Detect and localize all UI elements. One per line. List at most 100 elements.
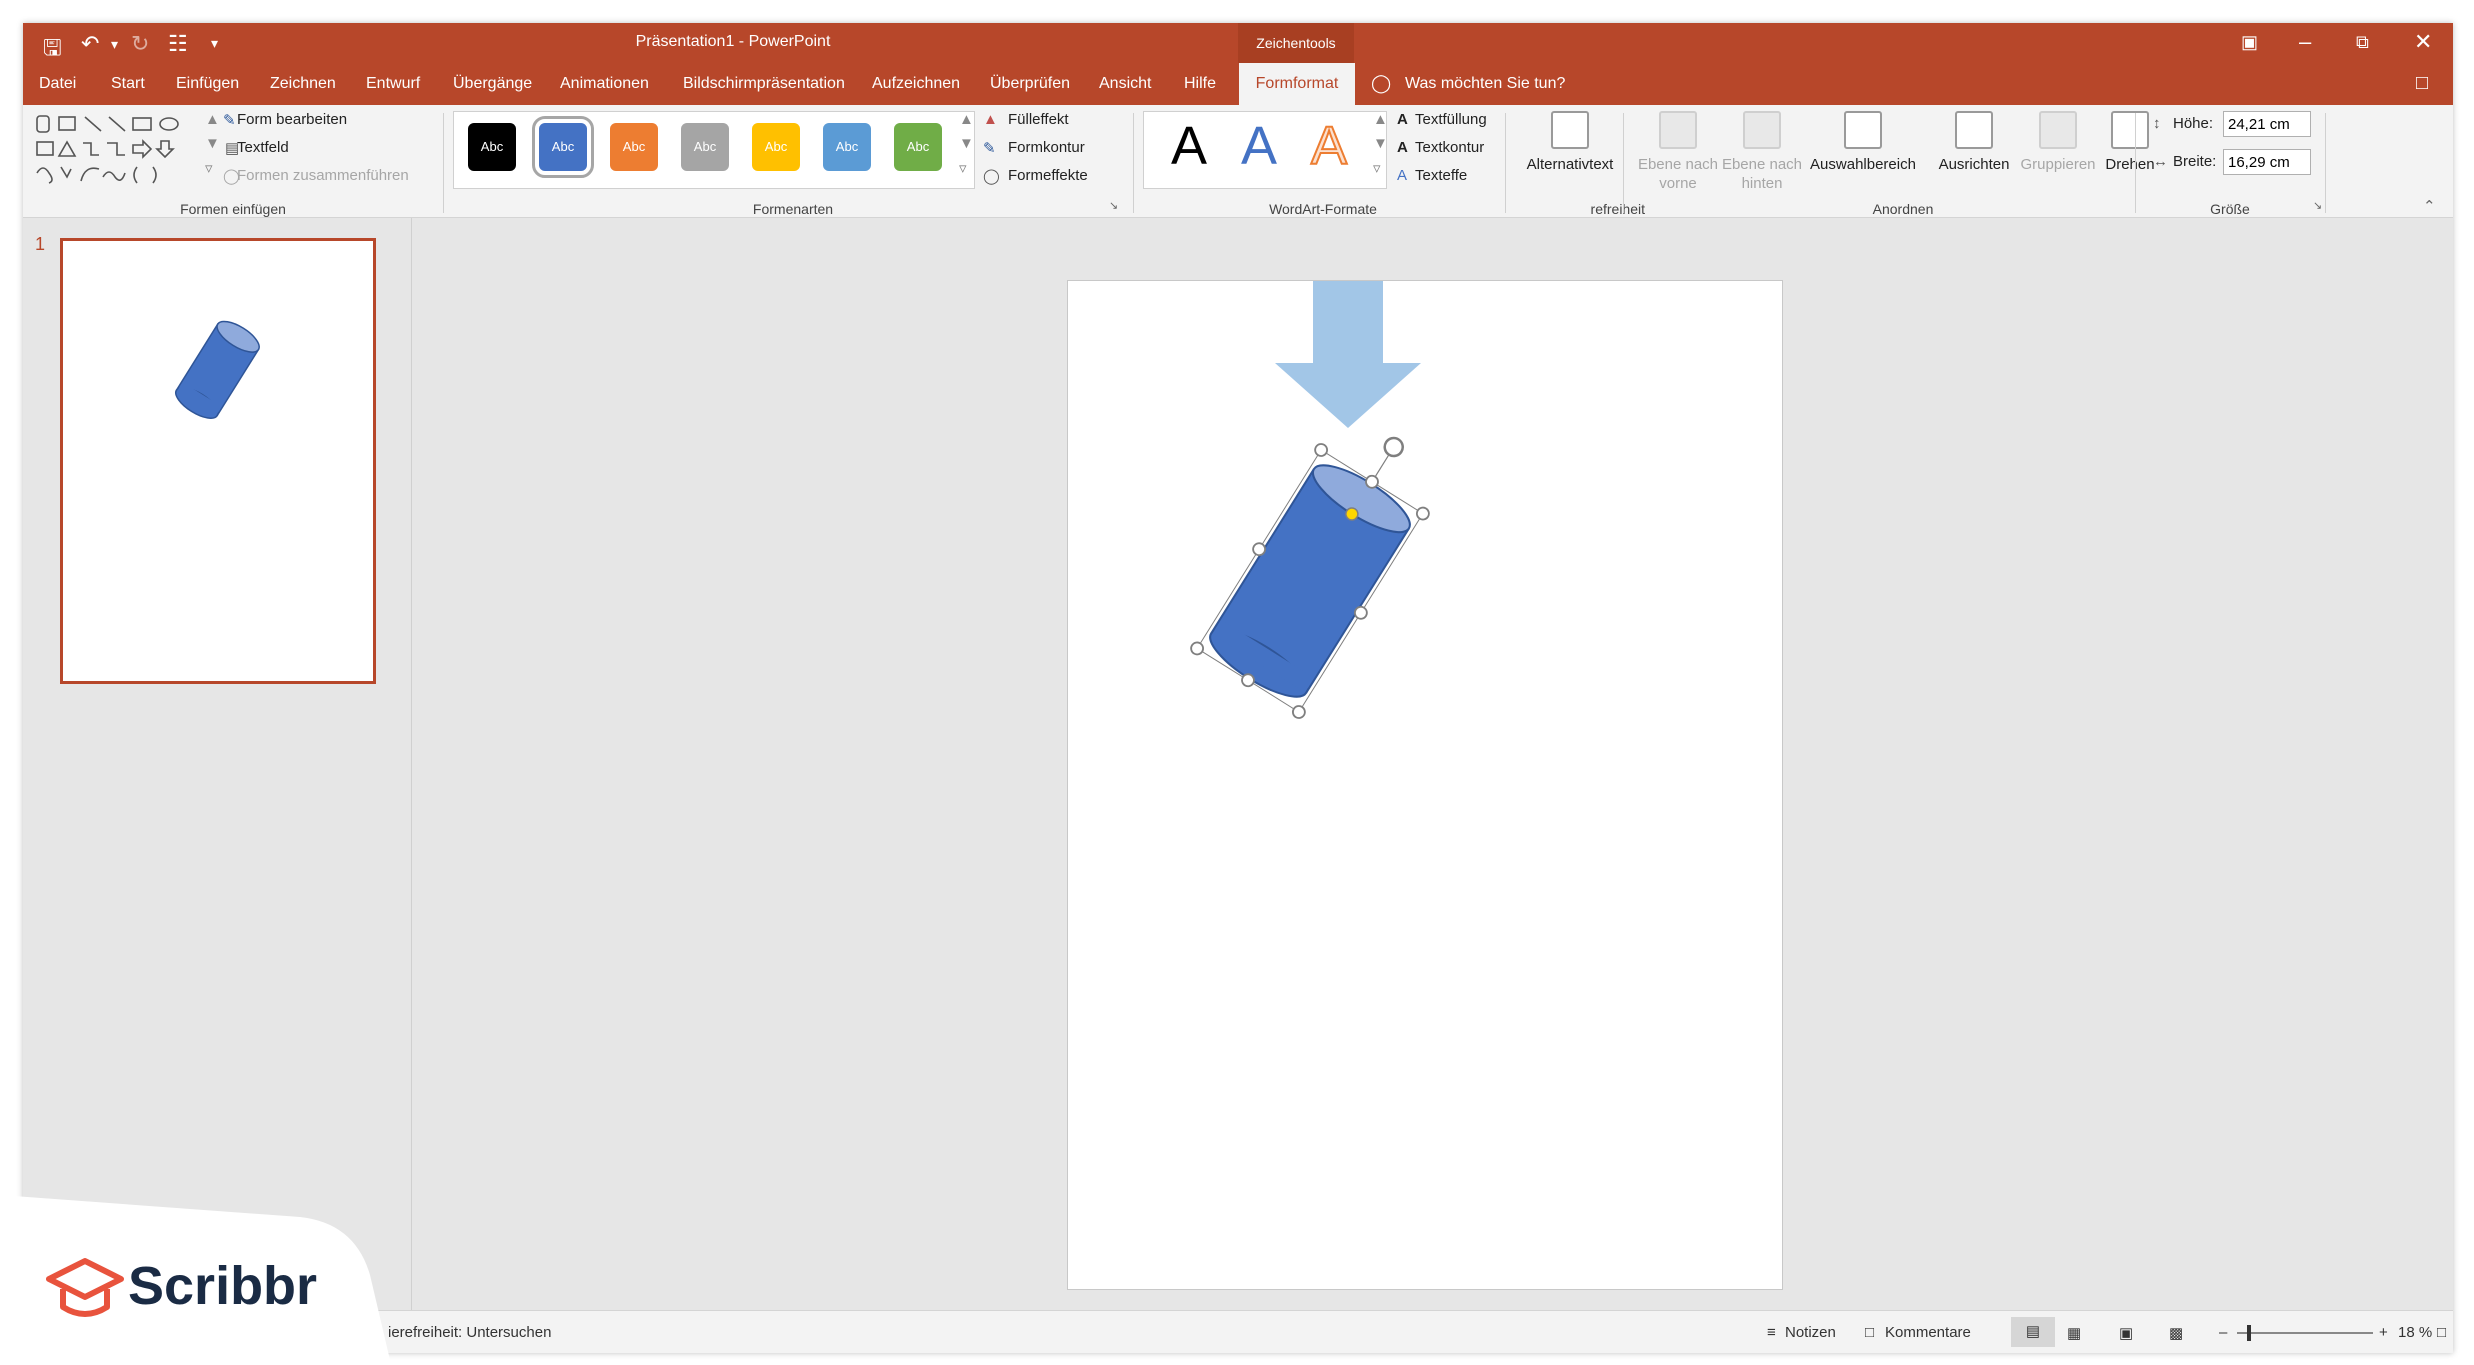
tab-start[interactable]: Start: [111, 75, 145, 93]
wordart-style-blue[interactable]: A: [1241, 115, 1277, 177]
comments-icon[interactable]: □: [2416, 72, 2428, 95]
resize-handle: [1415, 506, 1430, 521]
align-icon: [1955, 111, 1993, 149]
close-icon[interactable]: ✕: [2414, 29, 2432, 55]
tab-entwurf[interactable]: Entwurf: [366, 75, 420, 93]
wordart-up-icon[interactable]: ▲: [1373, 111, 1388, 128]
zoom-in-button[interactable]: +: [2379, 1324, 2388, 1341]
tab-aufzeichnen[interactable]: Aufzeichnen: [872, 75, 960, 93]
formeffekte-button[interactable]: Formeffekte: [1008, 167, 1088, 184]
notizen-button[interactable]: Notizen: [1785, 1324, 1836, 1341]
ribbon-tabs: Datei Start Einfügen Zeichnen Entwurf Üb…: [23, 63, 2453, 105]
gallery-more-icon[interactable]: ▿: [205, 159, 213, 177]
formkontur-button[interactable]: Formkontur: [1008, 139, 1085, 156]
wordart-style-orange[interactable]: A: [1310, 115, 1348, 177]
auswahlbereich-button[interactable]: Auswahlbereich: [1803, 111, 1923, 174]
minimize-icon[interactable]: –: [2299, 29, 2311, 55]
texteffekte-button[interactable]: Texteffe: [1415, 167, 1467, 184]
shape-style-swatch[interactable]: Abc: [894, 123, 942, 171]
slideshow-icon[interactable]: ▩: [2169, 1324, 2183, 1342]
lightbulb-icon: ◯: [1371, 73, 1392, 93]
hoehe-input[interactable]: 24,21 cm: [2223, 111, 2311, 137]
tell-me-search[interactable]: Was möchten Sie tun?: [1405, 75, 1565, 93]
slide-thumbnail[interactable]: [60, 238, 376, 684]
textkontur-button[interactable]: Textkontur: [1415, 139, 1484, 156]
resize-handle: [1190, 641, 1205, 656]
wordart-style-black[interactable]: A: [1171, 115, 1207, 177]
rotate-icon: [2111, 111, 2149, 149]
styles-more-icon[interactable]: ▿: [959, 159, 967, 177]
styles-up-icon[interactable]: ▲: [959, 111, 974, 128]
breite-input[interactable]: 16,29 cm: [2223, 149, 2311, 175]
ribbon-separator: [443, 113, 444, 213]
textfuellung-button[interactable]: Textfüllung: [1415, 111, 1487, 128]
tab-formformat[interactable]: Formformat: [1239, 63, 1355, 105]
tab-ueberpruefen[interactable]: Überprüfen: [990, 75, 1070, 93]
shapes-gallery[interactable]: [33, 111, 193, 187]
cylinder-shape: [1190, 436, 1430, 719]
text-fill-icon: A: [1397, 111, 1408, 128]
shape-style-swatch[interactable]: Abc: [610, 123, 658, 171]
tab-ansicht[interactable]: Ansicht: [1099, 75, 1151, 93]
tab-uebergaenge[interactable]: Übergänge: [453, 75, 532, 93]
shape-style-swatch[interactable]: Abc: [752, 123, 800, 171]
slide-thumbnail-pane: 1: [23, 218, 412, 1310]
ribbon-separator: [1133, 113, 1134, 213]
ribbon-display-icon[interactable]: ▣: [2241, 32, 2258, 53]
tab-zeichnen[interactable]: Zeichnen: [270, 75, 336, 93]
effects-icon: ◯: [983, 168, 1000, 185]
rotation-handle-icon: [1383, 436, 1404, 458]
gallery-up-icon[interactable]: ▲: [205, 111, 220, 128]
textfeld-button[interactable]: Textfeld: [237, 139, 289, 156]
kommentare-button[interactable]: Kommentare: [1885, 1324, 1971, 1341]
shape-style-swatch[interactable]: Abc: [823, 123, 871, 171]
tab-hilfe[interactable]: Hilfe: [1184, 75, 1216, 93]
zoom-slider[interactable]: [2237, 1332, 2373, 1334]
gallery-down-icon[interactable]: ▼: [205, 135, 220, 152]
text-effects-icon: A: [1397, 167, 1408, 184]
hoehe-label: Höhe:: [2173, 115, 2214, 132]
normal-view-icon[interactable]: ▤: [2011, 1317, 2055, 1347]
resize-handle: [1314, 443, 1329, 457]
ribbon-separator: [1623, 113, 1624, 213]
bring-forward-icon: [1659, 111, 1697, 149]
reading-view-icon[interactable]: ▣: [2119, 1324, 2133, 1342]
tab-einfuegen[interactable]: Einfügen: [176, 75, 239, 93]
tab-bildschirmpraesentation[interactable]: Bildschirmpräsentation: [683, 75, 845, 93]
wordart-more-icon[interactable]: ▿: [1373, 159, 1381, 177]
text-outline-icon: A: [1397, 139, 1408, 156]
comment-icon: □: [1865, 1324, 1875, 1341]
tab-animationen[interactable]: Animationen: [560, 75, 649, 93]
slide-number: 1: [35, 234, 46, 254]
zoom-slider-thumb[interactable]: [2247, 1325, 2251, 1341]
styles-down-icon[interactable]: ▼: [959, 135, 974, 152]
wordart-down-icon[interactable]: ▼: [1373, 135, 1388, 152]
collapse-ribbon-icon[interactable]: ⌃: [2423, 197, 2436, 215]
ausrichten-button[interactable]: Ausrichten: [1927, 111, 2021, 174]
slide-graphics: [1190, 281, 1430, 719]
fit-to-window-icon[interactable]: □: [2437, 1324, 2446, 1341]
ebene-nach-hinten-button: Ebene nach hinten: [1717, 111, 1807, 193]
powerpoint-window: 🖫 ↶ ▾ ↻ ☷ ▾ Präsentation1 - PowerPoint Z…: [23, 23, 2453, 1353]
shape-style-swatch[interactable]: Abc: [468, 123, 516, 171]
shape-style-swatch[interactable]: Abc: [681, 123, 729, 171]
group-label-formenarten: Formenarten: [752, 201, 834, 217]
scribbr-logo-text: Scribbr: [128, 1256, 318, 1316]
form-bearbeiten-button[interactable]: Form bearbeiten: [237, 111, 347, 128]
zoom-level[interactable]: 18 %: [2398, 1324, 2432, 1341]
restore-icon[interactable]: ⧉: [2356, 32, 2369, 53]
slide-sorter-icon[interactable]: ▦: [2067, 1324, 2081, 1342]
shape-style-swatch-selected[interactable]: Abc: [532, 116, 594, 178]
alternativtext-button[interactable]: Alternativtext: [1515, 111, 1625, 174]
tab-datei[interactable]: Datei: [39, 75, 76, 93]
zoom-out-button[interactable]: –: [2219, 1324, 2227, 1341]
slide-canvas[interactable]: [1067, 280, 1783, 1290]
formen-zusammenfuehren-button: Formen zusammenführen: [237, 167, 409, 184]
group-icon: [2039, 111, 2077, 149]
title-bar: 🖫 ↶ ▾ ↻ ☷ ▾ Präsentation1 - PowerPoint Z…: [23, 23, 2453, 63]
shapes-gallery-icons: [36, 115, 179, 184]
thumbnail-cylinder-shape: [175, 320, 260, 419]
accessibility-status[interactable]: ierefreiheit: Untersuchen: [388, 1324, 551, 1341]
fuelleffekt-button[interactable]: Fülleffekt: [1008, 111, 1069, 128]
notes-icon: ≡: [1767, 1324, 1776, 1341]
